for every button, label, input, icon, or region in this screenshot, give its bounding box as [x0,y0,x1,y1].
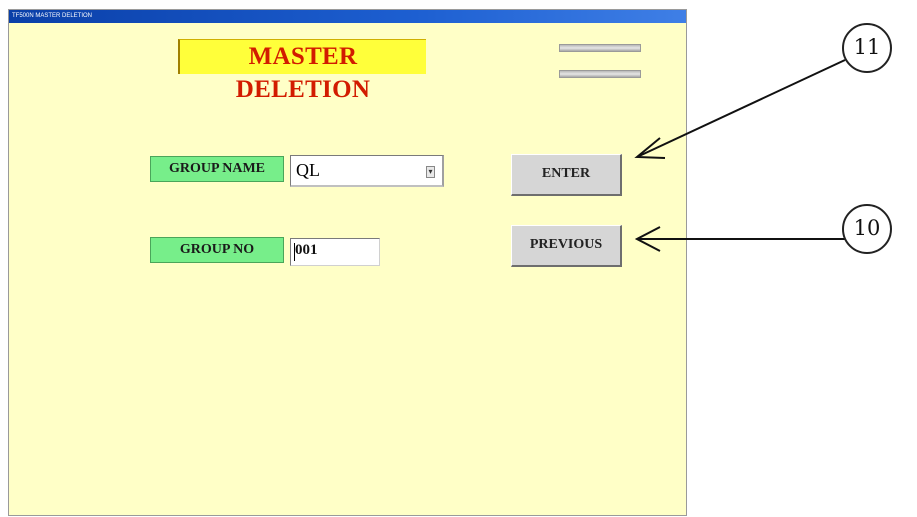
callout-10: 10 [842,204,892,254]
callout-arrows [634,59,846,252]
callout-11: 11 [842,23,892,73]
arrow-to-enter [636,59,846,158]
